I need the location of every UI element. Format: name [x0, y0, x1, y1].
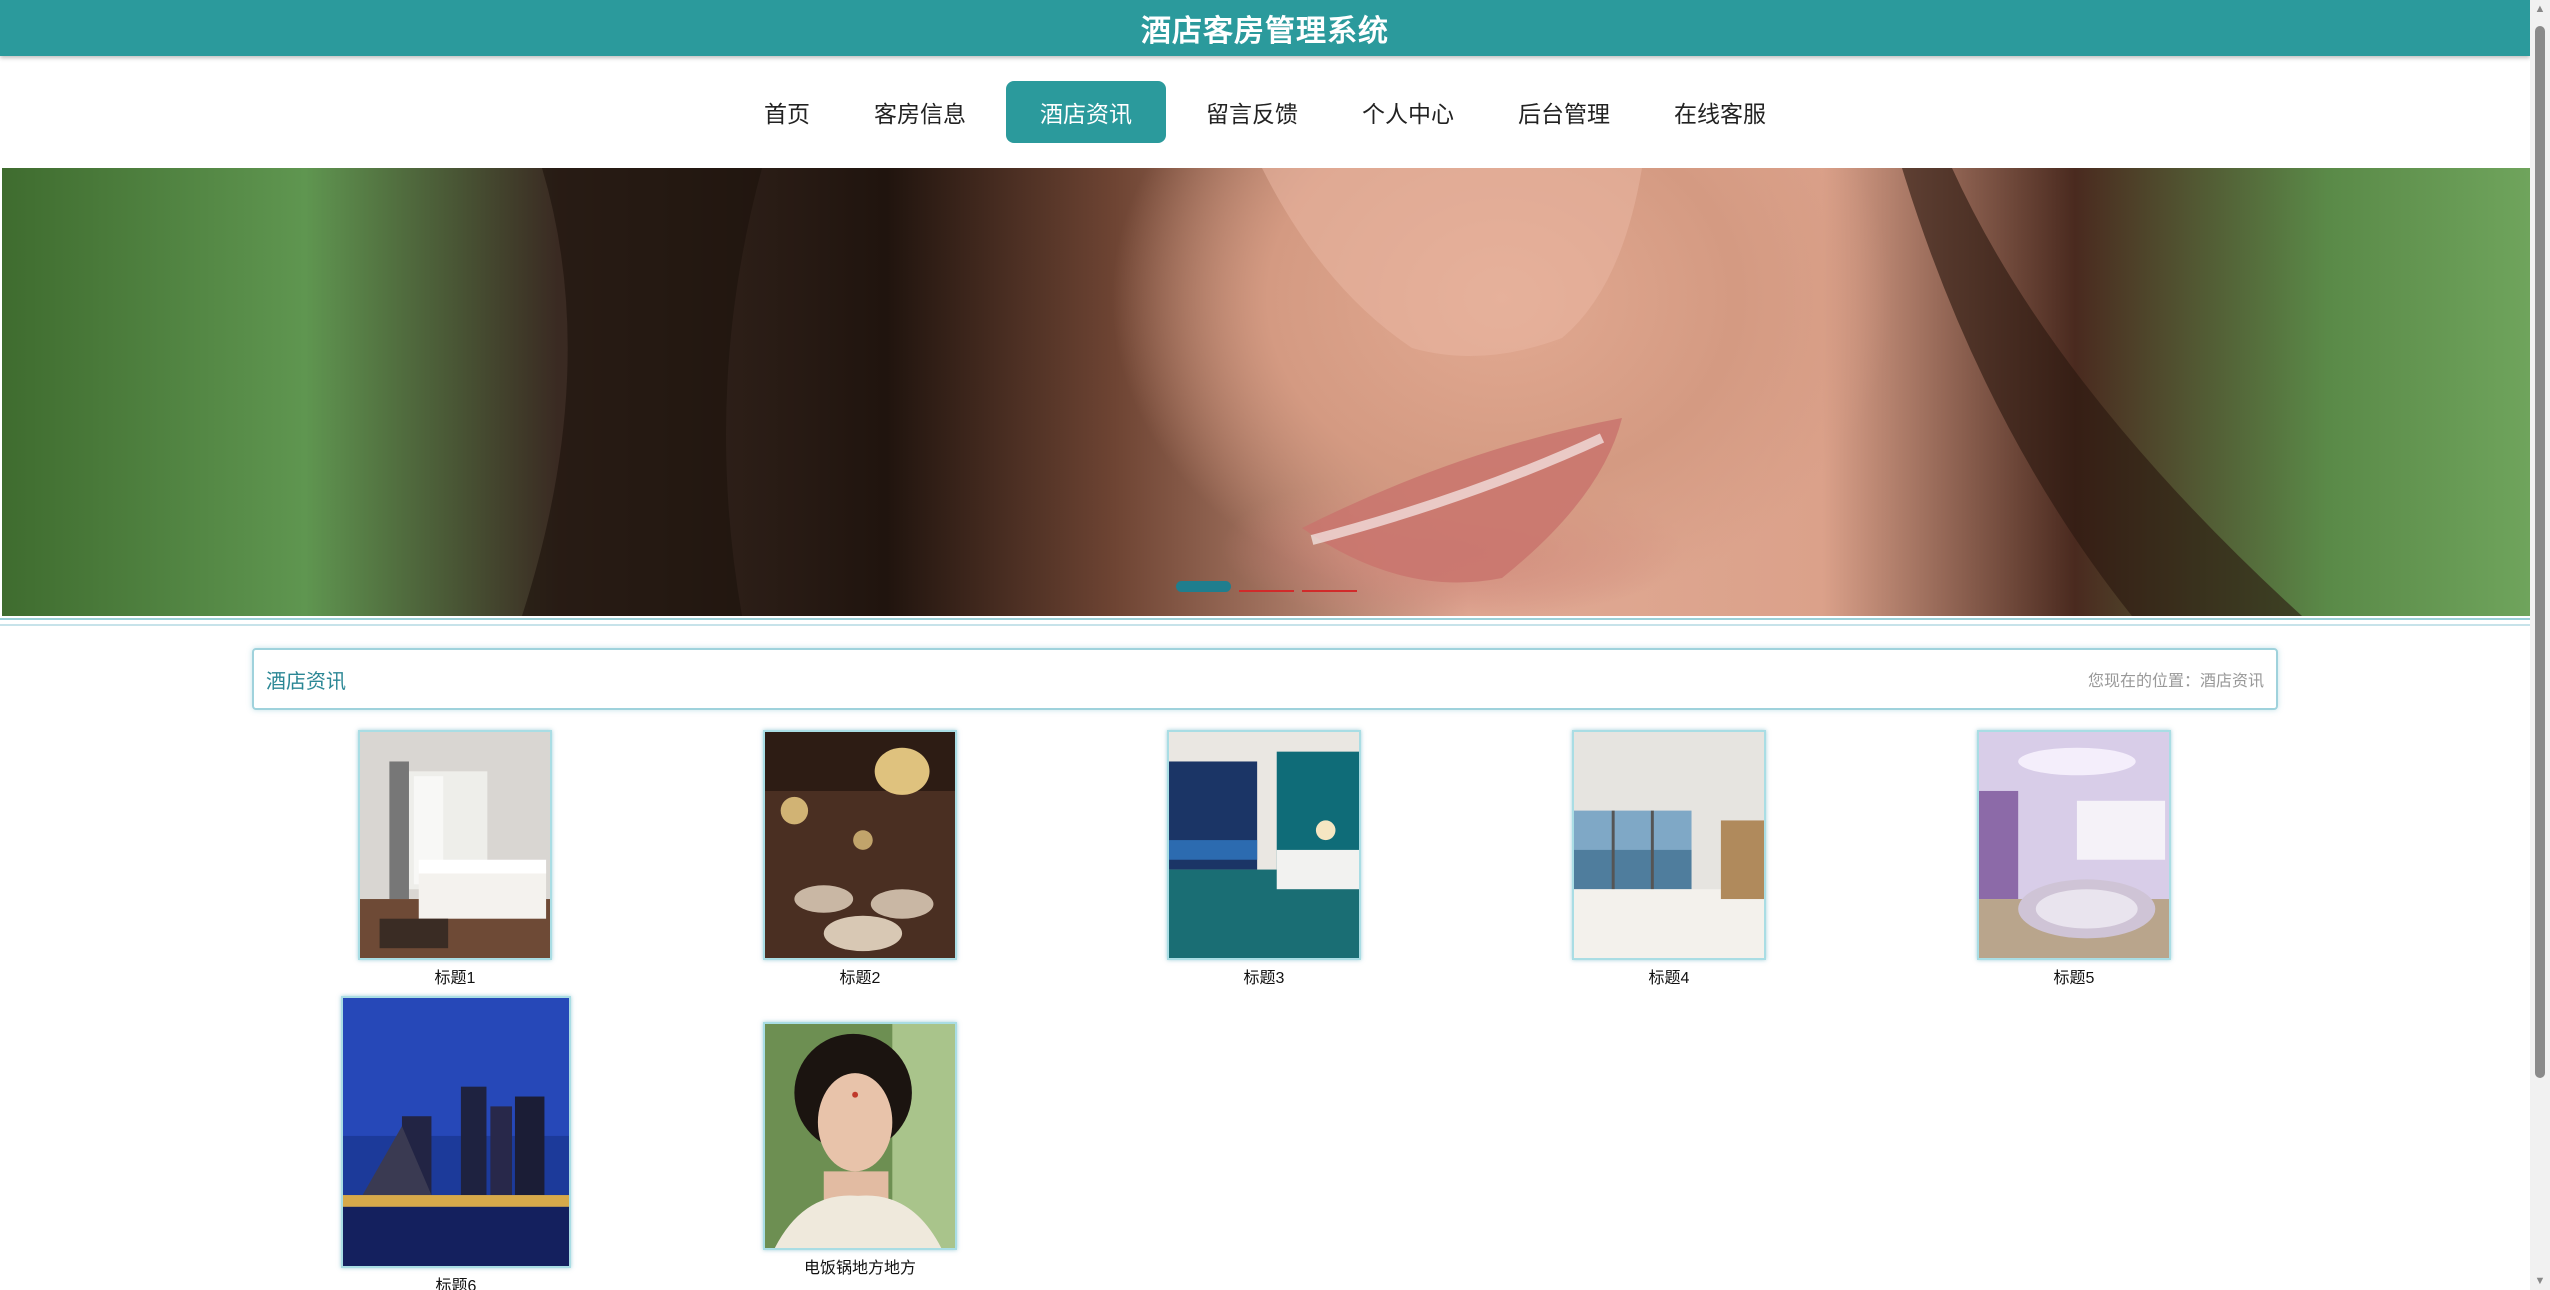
- section-title: 酒店资讯: [266, 670, 346, 693]
- nav-item-admin[interactable]: 后台管理: [1494, 81, 1634, 143]
- nav-item-profile[interactable]: 个人中心: [1338, 81, 1478, 143]
- purple-bath-suite-image[interactable]: [1977, 730, 2171, 960]
- news-item-6[interactable]: 标题6: [341, 996, 571, 1290]
- main-nav: 首页 客房信息 酒店资讯 留言反馈 个人中心 后台管理 在线客服: [0, 56, 2530, 168]
- carousel-dot-1[interactable]: [1176, 581, 1231, 592]
- news-item-2[interactable]: 标题2: [763, 730, 957, 988]
- news-caption: 标题4: [1648, 970, 1690, 987]
- teal-suite-image[interactable]: [1167, 730, 1361, 960]
- news-caption: 标题3: [1243, 970, 1285, 987]
- news-item-5[interactable]: 标题5: [1977, 730, 2171, 988]
- carousel-dot-2[interactable]: [1239, 590, 1294, 592]
- news-caption: 标题5: [2053, 970, 2095, 987]
- vertical-scrollbar[interactable]: ▲ ▼: [2530, 0, 2550, 1290]
- page: 酒店客房管理系统 首页 客房信息 酒店资讯 留言反馈 个人中心 后台管理 在线客…: [0, 0, 2530, 1290]
- section-divider: [0, 618, 2530, 626]
- carousel-indicators: [1176, 581, 1357, 592]
- nav-item-support[interactable]: 在线客服: [1650, 81, 1790, 143]
- scroll-up-arrow-icon[interactable]: ▲: [2530, 0, 2550, 18]
- nav-item-feedback[interactable]: 留言反馈: [1182, 81, 1322, 143]
- news-caption: 标题2: [839, 970, 881, 987]
- portrait-image[interactable]: [763, 1022, 957, 1250]
- news-item-7[interactable]: 电饭锅地方地方: [763, 1022, 957, 1278]
- news-caption: 电饭锅地方地方: [803, 1260, 916, 1277]
- news-caption: 标题1: [434, 970, 476, 987]
- nav-item-rooms[interactable]: 客房信息: [850, 81, 990, 143]
- news-item-4[interactable]: 标题4: [1572, 730, 1766, 988]
- banner-image: [2, 168, 2530, 616]
- news-item-1[interactable]: 标题1: [358, 730, 552, 988]
- news-caption: 标题6: [435, 1278, 477, 1290]
- scrollbar-thumb[interactable]: [2535, 26, 2545, 1078]
- nav-item-home[interactable]: 首页: [740, 81, 834, 143]
- title-bar: 酒店客房管理系统: [0, 0, 2530, 56]
- breadcrumb: 您现在的位置：酒店资讯: [2087, 673, 2264, 690]
- carousel-dot-3[interactable]: [1302, 590, 1357, 592]
- section-header: 酒店资讯 您现在的位置：酒店资讯: [252, 648, 2278, 710]
- seaview-room-image[interactable]: [1572, 730, 1766, 960]
- banner-carousel[interactable]: [2, 168, 2530, 616]
- night-city-image[interactable]: [341, 996, 571, 1268]
- site-title: 酒店客房管理系统: [1141, 15, 1389, 48]
- nav-item-news[interactable]: 酒店资讯: [1006, 81, 1166, 143]
- news-item-3[interactable]: 标题3: [1167, 730, 1361, 988]
- scroll-down-arrow-icon[interactable]: ▼: [2530, 1272, 2550, 1290]
- banquet-hall-image[interactable]: [763, 730, 957, 960]
- hotel-bedroom-image[interactable]: [358, 730, 552, 960]
